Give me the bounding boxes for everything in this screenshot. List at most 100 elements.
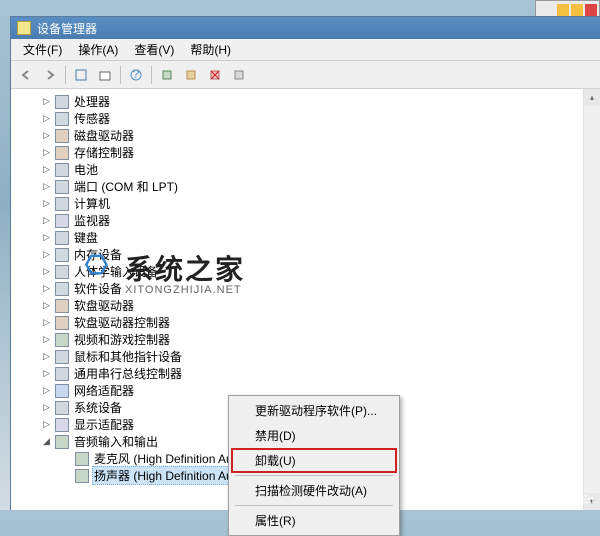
tree-expander-icon[interactable]: ▷ (41, 300, 52, 311)
tree-row[interactable]: ▷ 视频和游戏控制器 (17, 331, 582, 348)
menu-help[interactable]: 帮助(H) (182, 39, 239, 60)
tree-expander-icon[interactable]: ▷ (41, 317, 52, 328)
tool-show-hide[interactable] (70, 64, 92, 86)
device-icon (55, 333, 69, 347)
tree-item-label[interactable]: 计算机 (72, 195, 112, 212)
menu-action[interactable]: 操作(A) (70, 39, 126, 60)
toolbar: ? (11, 61, 600, 89)
tree-expander-icon[interactable]: ▷ (41, 147, 52, 158)
device-icon (55, 316, 69, 330)
ctx-properties[interactable]: 属性(R) (231, 508, 397, 533)
tree-item-label[interactable]: 人体学输入设备 (72, 263, 160, 280)
tree-item-label[interactable]: 键盘 (72, 229, 100, 246)
tree-item-label[interactable]: 内存设备 (72, 246, 124, 263)
tree-expander-icon[interactable]: ▷ (41, 385, 52, 396)
tree-expander-icon[interactable]: ▷ (41, 232, 52, 243)
tree-expander-icon[interactable]: ▷ (41, 419, 52, 430)
tree-item-label[interactable]: 处理器 (72, 93, 112, 110)
tree-row[interactable]: ▷ 传感器 (17, 110, 582, 127)
context-menu: 更新驱动程序软件(P)... 禁用(D) 卸载(U) 扫描检测硬件改动(A) 属… (228, 395, 400, 536)
ctx-uninstall[interactable]: 卸载(U) (231, 448, 397, 473)
device-icon (55, 265, 69, 279)
tree-item-label[interactable]: 监视器 (72, 212, 112, 229)
device-icon (55, 384, 69, 398)
tree-row[interactable]: ▷ 软盘驱动器控制器 (17, 314, 582, 331)
device-icon (55, 367, 69, 381)
tree-expander-icon[interactable]: ▷ (41, 351, 52, 362)
tree-row[interactable]: ▷ 监视器 (17, 212, 582, 229)
tree-row[interactable]: ▷ 鼠标和其他指针设备 (17, 348, 582, 365)
tree-item-label[interactable]: 显示适配器 (72, 416, 136, 433)
tool-scan[interactable] (156, 64, 178, 86)
tree-expander-icon[interactable]: ▷ (41, 164, 52, 175)
tree-item-label[interactable]: 系统设备 (72, 399, 124, 416)
app-icon (17, 21, 31, 35)
tree-item-label[interactable]: 电池 (72, 161, 100, 178)
tree-item-label[interactable]: 视频和游戏控制器 (72, 331, 172, 348)
vertical-scrollbar[interactable]: ▴ ▾ (583, 89, 600, 510)
titlebar[interactable]: 设备管理器 (11, 17, 600, 39)
tree-item-label[interactable]: 音频输入和输出 (72, 433, 160, 450)
scroll-up-button[interactable]: ▴ (584, 89, 600, 106)
tree-expander-icon[interactable]: ▷ (41, 249, 52, 260)
tree-expander-icon[interactable]: ▷ (41, 198, 52, 209)
tree-row[interactable]: ▷ 内存设备 (17, 246, 582, 263)
menu-view[interactable]: 查看(V) (126, 39, 182, 60)
tool-back[interactable] (15, 64, 37, 86)
tree-row[interactable]: ▷ 键盘 (17, 229, 582, 246)
tree-expander-icon[interactable]: ▷ (41, 215, 52, 226)
device-icon (55, 214, 69, 228)
tree-expander-icon[interactable]: ▷ (41, 113, 52, 124)
tree-expander-icon[interactable]: ▷ (41, 368, 52, 379)
device-icon (55, 163, 69, 177)
device-icon (55, 299, 69, 313)
ctx-update-driver[interactable]: 更新驱动程序软件(P)... (231, 398, 397, 423)
tree-row[interactable]: ▷ 处理器 (17, 93, 582, 110)
tree-expander-icon[interactable]: ▷ (41, 130, 52, 141)
tool-help[interactable]: ? (125, 64, 147, 86)
tool-uninstall[interactable] (204, 64, 226, 86)
tree-expander-icon[interactable]: ▷ (41, 283, 52, 294)
tree-expander-icon[interactable]: ▷ (41, 334, 52, 345)
tree-row[interactable]: ▷ 通用串行总线控制器 (17, 365, 582, 382)
tree-expander-icon[interactable]: ◢ (41, 436, 52, 447)
tree-item-label[interactable]: 软盘驱动器控制器 (72, 314, 172, 331)
device-icon (55, 112, 69, 126)
tree-item-label[interactable]: 网络适配器 (72, 382, 136, 399)
tree-item-label[interactable]: 软件设备 (72, 280, 124, 297)
tool-disable[interactable] (228, 64, 250, 86)
tree-item-label[interactable]: 传感器 (72, 110, 112, 127)
windows-version-text: Windows 10 En (518, 494, 594, 506)
tree-item-label[interactable]: 软盘驱动器 (72, 297, 136, 314)
tree-row[interactable]: ▷ 端口 (COM 和 LPT) (17, 178, 582, 195)
tree-row[interactable]: ▷ 存储控制器 (17, 144, 582, 161)
tool-forward[interactable] (39, 64, 61, 86)
ctx-disable[interactable]: 禁用(D) (231, 423, 397, 448)
tree-item-label[interactable]: 鼠标和其他指针设备 (72, 348, 184, 365)
toolbar-separator (120, 66, 121, 84)
ctx-separator (235, 505, 393, 506)
tree-item-label[interactable]: 端口 (COM 和 LPT) (72, 178, 180, 195)
tree-row[interactable]: ▷ 电池 (17, 161, 582, 178)
tree-row[interactable]: ▷ 软盘驱动器 (17, 297, 582, 314)
bg-btn-3 (585, 4, 597, 16)
tree-row[interactable]: ▷ 磁盘驱动器 (17, 127, 582, 144)
tree-row[interactable]: ▷ 计算机 (17, 195, 582, 212)
tree-item-label[interactable]: 通用串行总线控制器 (72, 365, 184, 382)
menu-file[interactable]: 文件(F) (15, 39, 70, 60)
tree-item-label[interactable]: 存储控制器 (72, 144, 136, 161)
ctx-scan-hardware[interactable]: 扫描检测硬件改动(A) (231, 478, 397, 503)
device-icon (55, 282, 69, 296)
tool-properties[interactable] (94, 64, 116, 86)
toolbar-separator (151, 66, 152, 84)
tree-expander-icon[interactable]: ▷ (41, 266, 52, 277)
tree-expander-icon[interactable]: ▷ (41, 402, 52, 413)
tree-row[interactable]: ▷ 软件设备 (17, 280, 582, 297)
window-title: 设备管理器 (37, 20, 97, 37)
tree-item-label[interactable]: 磁盘驱动器 (72, 127, 136, 144)
tree-expander-icon[interactable]: ▷ (41, 181, 52, 192)
tool-update[interactable] (180, 64, 202, 86)
tree-row[interactable]: ▷ 人体学输入设备 (17, 263, 582, 280)
tree-expander-icon[interactable]: ▷ (41, 96, 52, 107)
ctx-separator (235, 475, 393, 476)
